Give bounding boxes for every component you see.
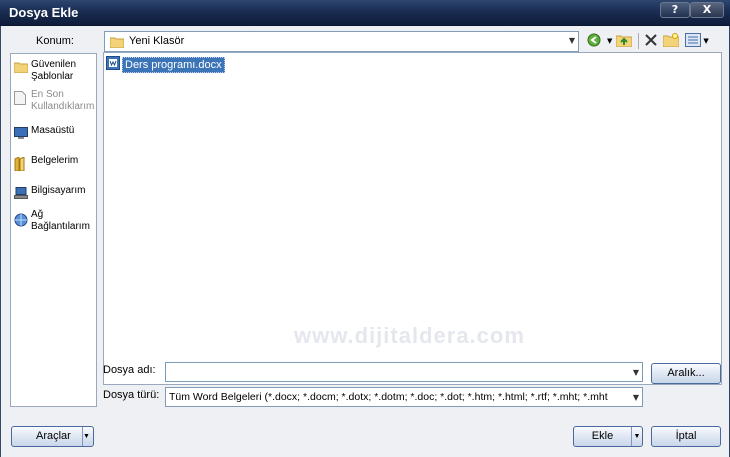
folder-icon <box>109 36 125 51</box>
location-value: Yeni Klasör <box>129 35 185 47</box>
filetype-value: Tüm Word Belgeleri (*.docx; *.docm; *.do… <box>169 391 608 403</box>
location-combo[interactable]: Yeni Klasör ▼ <box>104 31 579 52</box>
place-label: Bağlantılarım <box>31 221 90 232</box>
recent-docs-icon <box>14 91 26 109</box>
tools-button[interactable]: Araçlar ▼ <box>11 426 94 447</box>
cancel-button[interactable]: İptal <box>651 426 721 447</box>
place-label: Bilgisayarım <box>31 185 86 196</box>
toolbar: ▼ ▼ <box>587 30 715 52</box>
tools-label: Araçlar <box>36 430 71 442</box>
place-label: Masaüstü <box>31 125 75 136</box>
watermark: www.dijitaldera.com <box>294 323 525 348</box>
filename-label: Dosya adı: <box>103 364 156 376</box>
chevron-down-icon[interactable]: ▼ <box>633 368 639 377</box>
folder-icon <box>13 61 29 77</box>
window-title: Dosya Ekle <box>9 5 79 20</box>
dropdown-arrow-icon[interactable]: ▼ <box>607 37 612 45</box>
insert-label: Ekle <box>591 430 614 442</box>
list-item[interactable]: Ders programı.docx <box>106 56 225 73</box>
help-button[interactable]: ? <box>660 2 690 18</box>
views-icon[interactable] <box>685 32 702 50</box>
close-button[interactable]: X <box>690 2 724 18</box>
toolbar-separator <box>638 33 640 49</box>
file-list[interactable]: Ders programı.docx www.dijitaldera.com <box>103 52 722 385</box>
place-label: Güvenilen <box>31 59 77 70</box>
new-folder-icon[interactable] <box>662 32 680 50</box>
range-button[interactable]: Aralık... <box>651 363 721 384</box>
file-name: Ders programı.docx <box>122 56 225 73</box>
place-label: Şablonlar <box>31 71 74 82</box>
documents-icon <box>14 156 26 175</box>
filename-input[interactable]: ▼ <box>165 362 643 382</box>
views-dropdown-icon[interactable]: ▼ <box>703 37 708 45</box>
places-bar: Güvenilen Şablonlar En Son Kullandıklarım … <box>10 53 97 407</box>
word-document-icon <box>106 56 120 73</box>
place-label: Belgelerim <box>31 155 79 166</box>
chevron-down-icon[interactable]: ▼ <box>82 427 93 446</box>
chevron-down-icon[interactable]: ▼ <box>633 393 639 402</box>
filetype-select[interactable]: Tüm Word Belgeleri (*.docx; *.docm; *.do… <box>165 387 643 407</box>
back-icon[interactable] <box>587 33 601 50</box>
filetype-label: Dosya türü: <box>103 389 160 401</box>
delete-icon[interactable] <box>645 33 658 49</box>
network-icon <box>14 213 28 231</box>
place-label: Kullandıklarım <box>31 101 95 112</box>
insert-button[interactable]: Ekle ▼ <box>573 426 643 447</box>
chevron-down-icon[interactable]: ▼ <box>631 427 642 446</box>
desktop-icon <box>14 127 28 143</box>
up-folder-icon[interactable] <box>615 33 633 50</box>
chevron-down-icon[interactable]: ▼ <box>569 36 575 45</box>
computer-icon <box>14 187 28 203</box>
location-label: Konum: <box>36 35 74 47</box>
dialog-body: Konum: Yeni Klasör ▼ ▼ ▼ Güvenilen Şablo… <box>0 26 730 457</box>
place-label: En Son <box>31 89 64 100</box>
place-label: Ağ <box>31 209 44 220</box>
title-bar: Dosya Ekle ? X <box>0 0 730 26</box>
